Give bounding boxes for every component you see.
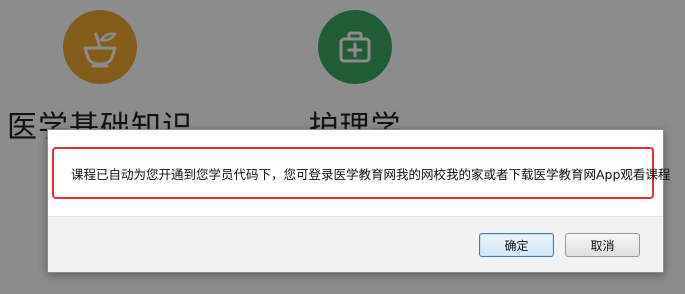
dialog-footer: 确定 取消: [48, 216, 663, 272]
message-highlight-box: 课程已自动为您开通到您学员代码下，您可登录医学教育网我的网校我的家或者下载医学教…: [52, 147, 670, 199]
dialog-message: 课程已自动为您开通到您学员代码下，您可登录医学教育网我的网校我的家或者下载医学教…: [71, 166, 671, 182]
ok-button[interactable]: 确定: [479, 233, 554, 257]
dialog-body: 课程已自动为您开通到您学员代码下，您可登录医学教育网我的网校我的家或者下载医学教…: [48, 130, 670, 216]
cancel-button[interactable]: 取消: [565, 233, 640, 257]
confirm-dialog: 课程已自动为您开通到您学员代码下，您可登录医学教育网我的网校我的家或者下载医学教…: [47, 129, 670, 273]
